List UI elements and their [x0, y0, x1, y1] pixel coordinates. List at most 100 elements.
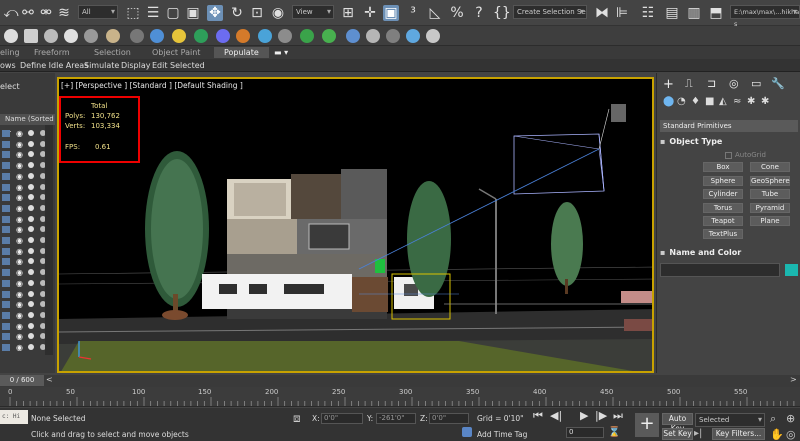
effects-icon[interactable]: [216, 29, 230, 43]
visibility-eye-icon[interactable]: ◉: [16, 257, 23, 266]
object-category-dropdown[interactable]: Standard Primitives: [660, 120, 798, 132]
systems2-icon[interactable]: ✱: [761, 96, 769, 107]
motion-tab-icon[interactable]: ◎: [729, 77, 739, 90]
perspective-viewport[interactable]: [+] [Perspective ] [Standard ] [Default …: [57, 77, 654, 373]
ribbon-flows[interactable]: ows: [0, 60, 16, 71]
globe-icon[interactable]: [346, 29, 360, 43]
select-manipulate-icon[interactable]: ✛: [362, 5, 378, 21]
key-mode-dropdown[interactable]: Selected: [695, 413, 765, 427]
sun-light-icon[interactable]: [172, 29, 186, 43]
box-shape-icon[interactable]: [24, 29, 38, 43]
isolate-selection-icon[interactable]: ⧈: [293, 411, 301, 426]
freeze-toggle-icon[interactable]: [28, 204, 34, 211]
tab-selection[interactable]: Selection: [94, 47, 131, 58]
tab-populate[interactable]: Populate: [214, 47, 269, 58]
key-mode-icon[interactable]: ▸|: [694, 428, 702, 439]
systems-icon[interactable]: ✱: [747, 96, 755, 107]
freeze-toggle-icon[interactable]: [28, 301, 34, 308]
visibility-eye-icon[interactable]: ◉: [16, 268, 23, 277]
geometry-icon[interactable]: ⬤: [663, 96, 674, 107]
grass-icon[interactable]: [300, 29, 314, 43]
maxscript-listener-input[interactable]: c: Hi: [0, 410, 28, 424]
freeze-toggle-icon[interactable]: [28, 226, 34, 233]
spacewarps-icon[interactable]: ≈: [733, 96, 741, 107]
cylinder-shape-icon[interactable]: [64, 29, 78, 43]
cylinder-button[interactable]: Cylinder: [703, 189, 743, 199]
cone-button[interactable]: Cone: [750, 162, 790, 172]
named-selection-dropdown[interactable]: Create Selection Se: [513, 5, 587, 19]
object-type-rollout[interactable]: Object Type: [660, 137, 798, 146]
placement-icon[interactable]: ◉: [270, 5, 286, 21]
window-crossing-icon[interactable]: ▣: [185, 5, 201, 21]
display-tab-icon[interactable]: ▭: [751, 77, 761, 90]
visibility-eye-icon[interactable]: ◉: [16, 172, 23, 181]
freeze-toggle-icon[interactable]: [28, 162, 34, 169]
next-frame-icon[interactable]: |▶: [595, 409, 607, 422]
select-and-rotate-icon[interactable]: ↻: [229, 5, 245, 21]
utilities-tab-icon[interactable]: 🔧: [771, 77, 785, 90]
sky-icon[interactable]: [258, 29, 272, 43]
freeze-toggle-icon[interactable]: [28, 237, 34, 243]
add-time-tag[interactable]: Add Time Tag: [477, 430, 527, 439]
shapes-icon[interactable]: ◔: [677, 96, 686, 107]
box-button[interactable]: Box: [703, 162, 743, 172]
previous-frame-icon[interactable]: ◀|: [550, 409, 562, 422]
project-path-field[interactable]: E:\max\max\...hikha s: [730, 5, 800, 28]
visibility-eye-icon[interactable]: ◉: [16, 279, 23, 288]
geosphere-button[interactable]: GeoSphere: [750, 176, 790, 186]
scene-explorer-icon[interactable]: ☷: [640, 5, 656, 21]
freeze-toggle-icon[interactable]: [28, 258, 34, 265]
previous-frame-arrow-icon[interactable]: <: [46, 375, 53, 384]
visibility-eye-icon[interactable]: ◉: [16, 129, 23, 138]
freeze-toggle-icon[interactable]: [28, 290, 34, 297]
angle-snap-icon[interactable]: ◺: [427, 5, 443, 21]
ribbon-edit-selected[interactable]: Edit Selected: [152, 60, 205, 71]
freeze-toggle-icon[interactable]: [28, 333, 34, 340]
freeze-toggle-icon[interactable]: [28, 194, 34, 201]
time-tag-icon[interactable]: [462, 427, 472, 437]
name-and-color-rollout[interactable]: Name and Color: [660, 248, 798, 257]
freeze-toggle-icon[interactable]: [28, 247, 34, 254]
shape-icon[interactable]: [4, 29, 18, 43]
snaps-toggle-icon[interactable]: ³: [405, 5, 421, 21]
freeze-toggle-icon[interactable]: [28, 344, 34, 350]
x-coord-field[interactable]: 0'0": [321, 413, 363, 424]
percent-snap-icon[interactable]: %: [449, 5, 465, 21]
camera-icon[interactable]: [278, 29, 292, 43]
scene-explorer-select-menu[interactable]: elect: [0, 82, 20, 91]
plane-button[interactable]: Plane: [750, 216, 790, 226]
helpers-icon[interactable]: ◭: [719, 96, 727, 107]
freeze-toggle-icon[interactable]: [28, 172, 34, 179]
select-by-name-icon[interactable]: ☰: [145, 5, 161, 21]
cloud-shape-icon[interactable]: [106, 29, 120, 43]
textplus-button[interactable]: TextPlus: [703, 229, 743, 239]
freeze-toggle-icon[interactable]: [28, 183, 34, 190]
object-name-field[interactable]: [660, 263, 780, 277]
torus-button[interactable]: Torus: [703, 203, 743, 213]
visibility-eye-icon[interactable]: ◉: [16, 140, 23, 149]
layer-explorer-icon[interactable]: ▤: [664, 5, 680, 21]
select-object-icon[interactable]: ⬚: [125, 5, 141, 21]
zoom-all-icon[interactable]: ⊕: [786, 412, 795, 425]
cone-shape-icon[interactable]: [84, 29, 98, 43]
go-to-end-icon[interactable]: ⏭: [613, 409, 623, 423]
reference-coordinate-dropdown[interactable]: View: [292, 5, 334, 19]
time-config-icon[interactable]: ⌛: [608, 427, 620, 438]
viewport-label[interactable]: [+] [Perspective ] [Standard ] [Default …: [61, 81, 243, 90]
teapot-shape-icon[interactable]: [130, 29, 144, 43]
pan-view-icon[interactable]: ✋: [770, 428, 784, 441]
z-coord-field[interactable]: 0'0": [429, 413, 469, 424]
tab-object-paint[interactable]: Object Paint: [152, 47, 200, 58]
cameras-icon[interactable]: ■: [705, 96, 714, 107]
visibility-eye-icon[interactable]: ◉: [16, 290, 23, 299]
freeze-toggle-icon[interactable]: [28, 269, 34, 276]
link-icon[interactable]: ⚯: [20, 5, 36, 21]
visibility-eye-icon[interactable]: ◉: [16, 311, 23, 320]
rectangle-selection-icon[interactable]: ▢: [165, 5, 181, 21]
object-color-swatch[interactable]: [785, 264, 798, 276]
pivot-center-icon[interactable]: ⊞: [340, 5, 356, 21]
ribbon-simulate[interactable]: Simulate: [84, 60, 119, 71]
auto-key-button[interactable]: Auto Key: [662, 413, 693, 433]
time-slider[interactable]: 0 / 600 < >: [0, 375, 800, 387]
go-to-start-icon[interactable]: ⏮: [533, 409, 543, 423]
